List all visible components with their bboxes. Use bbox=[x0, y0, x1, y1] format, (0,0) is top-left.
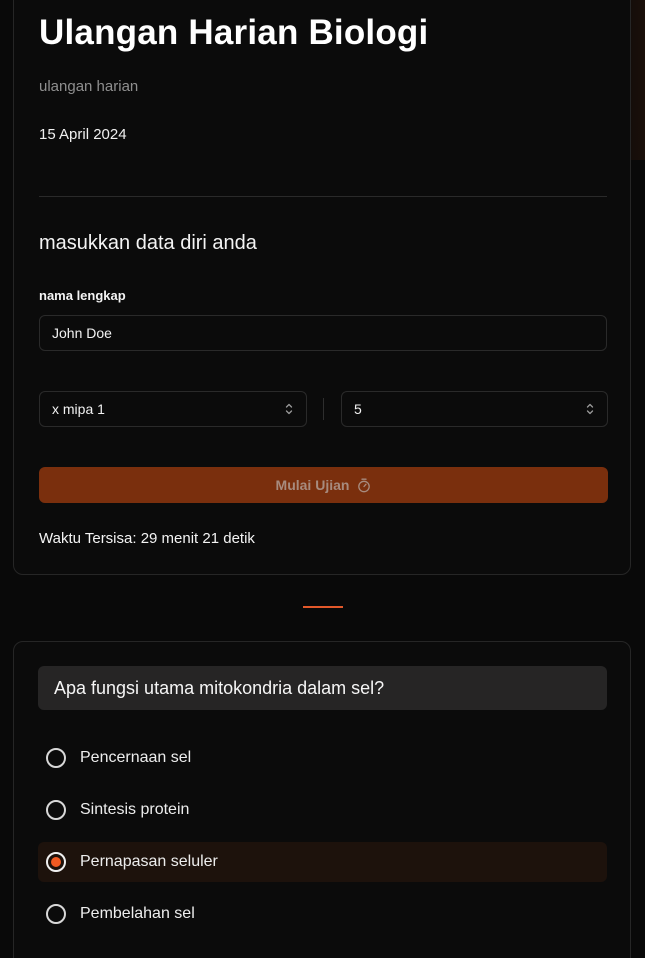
name-input[interactable] bbox=[39, 315, 607, 351]
answer-option-selected[interactable]: Pernapasan seluler bbox=[38, 842, 607, 882]
answer-option[interactable]: Pembelahan sel bbox=[38, 894, 607, 934]
exam-title: Ulangan Harian Biologi bbox=[39, 13, 429, 52]
question-text: Apa fungsi utama mitokondria dalam sel? bbox=[38, 666, 607, 710]
answer-option-label: Sintesis protein bbox=[80, 801, 190, 818]
question-card: Apa fungsi utama mitokondria dalam sel? … bbox=[13, 641, 631, 958]
stopwatch-icon bbox=[358, 478, 371, 492]
answer-option-label: Pencernaan sel bbox=[80, 749, 192, 766]
section-accent-line bbox=[303, 606, 343, 608]
radio-dot bbox=[51, 857, 61, 867]
start-exam-label: Mulai Ujian bbox=[275, 477, 350, 493]
divider bbox=[39, 196, 607, 197]
answer-option[interactable]: Pencernaan sel bbox=[38, 738, 607, 778]
radio-button[interactable] bbox=[46, 904, 66, 924]
answer-option-label: Pembelahan sel bbox=[80, 905, 195, 922]
name-label: nama lengkap bbox=[39, 288, 126, 303]
class-select[interactable]: x mipa 1 bbox=[39, 391, 307, 427]
select-separator bbox=[323, 398, 324, 420]
class-select-value: x mipa 1 bbox=[52, 401, 105, 417]
radio-button-checked[interactable] bbox=[46, 852, 66, 872]
form-heading: masukkan data diri anda bbox=[39, 232, 257, 254]
exam-page: Ulangan Harian Biologi ulangan harian 15… bbox=[0, 0, 645, 958]
exam-date: 15 April 2024 bbox=[39, 126, 127, 143]
number-select-value: 5 bbox=[354, 401, 362, 417]
chevron-up-down-icon bbox=[285, 403, 293, 415]
radio-button[interactable] bbox=[46, 800, 66, 820]
answer-option[interactable]: Sintesis protein bbox=[38, 790, 607, 830]
answer-option-label: Pernapasan seluler bbox=[80, 853, 218, 870]
number-select[interactable]: 5 bbox=[341, 391, 608, 427]
time-remaining: Waktu Tersisa: 29 menit 21 detik bbox=[39, 530, 255, 547]
exam-info-card: Ulangan Harian Biologi ulangan harian 15… bbox=[13, 0, 631, 575]
exam-subtitle: ulangan harian bbox=[39, 78, 139, 95]
chevron-up-down-icon bbox=[586, 403, 594, 415]
start-exam-button[interactable]: Mulai Ujian bbox=[39, 467, 608, 503]
radio-button[interactable] bbox=[46, 748, 66, 768]
